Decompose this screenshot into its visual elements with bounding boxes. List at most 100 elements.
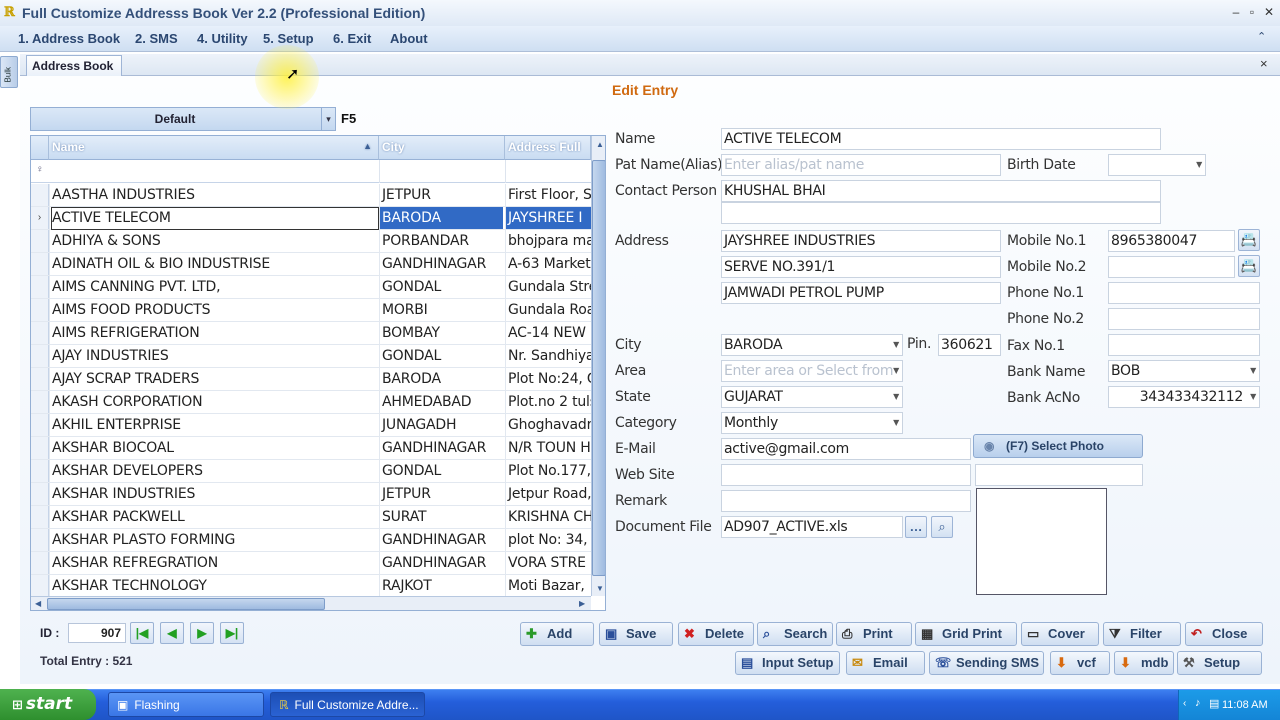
cell-name[interactable]: AKHIL ENTERPRISE <box>52 415 378 436</box>
cell-city[interactable]: JETPUR <box>379 184 503 206</box>
address-line2-field[interactable]: SERVE NO.391/1 <box>721 256 1001 278</box>
cell-name[interactable]: AKSHAR INDUSTRIES <box>52 484 378 505</box>
cell-city[interactable]: GANDHINAGAR <box>379 529 503 551</box>
scroll-right-icon[interactable]: ▶ <box>579 599 585 608</box>
cell-name[interactable]: ACTIVE TELECOM <box>51 207 379 230</box>
table-row[interactable]: AASTHA INDUSTRIES JETPUR First Floor, S <box>31 184 591 207</box>
cell-name[interactable]: AKSHAR PLASTO FORMING <box>52 530 378 551</box>
magnifier-icon[interactable]: ⌕ <box>931 516 953 538</box>
contact-book-icon[interactable]: 📇 <box>1238 229 1260 251</box>
row-indicator[interactable] <box>31 299 49 321</box>
name-field[interactable]: ACTIVE TELECOM <box>721 128 1161 150</box>
search-button[interactable]: ⌕ Search <box>757 622 833 646</box>
cell-address[interactable]: Gundala Roa <box>505 299 591 321</box>
table-row[interactable]: AJAY SCRAP TRADERS BARODA Plot No:24, G <box>31 368 591 391</box>
close-button[interactable]: ↶ Close <box>1185 622 1263 646</box>
select-photo-button[interactable]: ◉ (F7) Select Photo <box>973 434 1143 458</box>
cell-city[interactable]: GONDAL <box>379 276 503 298</box>
cell-city[interactable]: PORBANDAR <box>379 230 503 252</box>
grid-header-city[interactable]: City <box>379 136 505 160</box>
row-indicator[interactable] <box>31 414 49 436</box>
table-row[interactable]: AKSHAR BIOCOAL GANDHINAGAR N/R TOUN H <box>31 437 591 460</box>
table-row[interactable]: AKSHAR REFREGRATION GANDHINAGAR VORA STRE <box>31 552 591 575</box>
volume-icon[interactable]: ♪ <box>1195 697 1201 709</box>
table-row[interactable]: AKASH CORPORATION AHMEDABAD Plot.no 2 tuls <box>31 391 591 414</box>
table-row[interactable]: AKSHAR PLASTO FORMING GANDHINAGAR plot No:… <box>31 529 591 552</box>
cell-address[interactable]: N/R TOUN H <box>505 437 591 459</box>
row-indicator[interactable] <box>31 368 49 390</box>
browse-icon[interactable]: … <box>905 516 927 538</box>
table-row[interactable]: AIMS CANNING PVT. LTD, GONDAL Gundala Stre <box>31 276 591 299</box>
save-button[interactable]: ▣ Save <box>599 622 673 646</box>
area-select[interactable]: Enter area or Select from ▼ <box>721 360 903 382</box>
close-icon[interactable]: ✕ <box>1261 4 1277 20</box>
cell-city[interactable]: SURAT <box>379 506 503 528</box>
cell-address[interactable]: Plot.no 2 tuls <box>505 391 591 413</box>
row-indicator[interactable] <box>31 184 49 206</box>
cell-name[interactable]: AIMS REFRIGERATION <box>52 323 378 344</box>
email-field[interactable]: active@gmail.com <box>721 438 971 460</box>
cell-name[interactable]: AASTHA INDUSTRIES <box>52 185 378 206</box>
cell-name[interactable]: AJAY INDUSTRIES <box>52 346 378 367</box>
menu-exit[interactable]: 6. Exit <box>333 31 371 46</box>
cell-address[interactable]: A-63 Marketi <box>505 253 591 275</box>
cell-city[interactable]: GONDAL <box>379 345 503 367</box>
row-indicator[interactable] <box>31 437 49 459</box>
cell-name[interactable]: AKSHAR DEVELOPERS <box>52 461 378 482</box>
cell-city[interactable]: GANDHINAGAR <box>379 552 503 574</box>
minimize-icon[interactable]: – <box>1228 4 1244 20</box>
table-row[interactable]: ADINATH OIL & BIO INDUSTRISE GANDHINAGAR A… <box>31 253 591 276</box>
row-indicator[interactable] <box>31 460 49 482</box>
cell-city[interactable]: BOMBAY <box>379 322 503 344</box>
fax-field[interactable] <box>1108 334 1260 356</box>
table-row[interactable]: AKHIL ENTERPRISEJUNAGADHGhoghavadra <box>31 414 591 437</box>
city-select[interactable]: BARODA ▼ <box>721 334 903 356</box>
table-row[interactable]: AIMS FOOD PRODUCTS MORBI Gundala Roa <box>31 299 591 322</box>
mdb-button[interactable]: ⬇ mdb <box>1114 651 1174 675</box>
row-indicator[interactable] <box>31 575 49 597</box>
cell-city[interactable]: BARODA <box>379 368 503 390</box>
birth-date-picker[interactable]: ▼ <box>1108 154 1206 176</box>
chevron-down-icon[interactable]: ▼ <box>893 366 899 375</box>
cell-address[interactable]: bhojpara mai <box>505 230 591 252</box>
email-button[interactable]: ✉ Email <box>846 651 925 675</box>
chevron-down-icon[interactable]: ▼ <box>1196 160 1202 169</box>
row-indicator[interactable] <box>31 506 49 528</box>
cell-address[interactable]: AC-14 NEW <box>505 322 591 344</box>
tab-address-book[interactable]: Address Book <box>26 55 122 77</box>
menu-collapse-icon[interactable]: ⌃ <box>1257 30 1266 43</box>
contact-person-field[interactable]: KHUSHAL BHAI <box>721 180 1161 202</box>
mobile2-field[interactable] <box>1108 256 1235 278</box>
cell-name[interactable]: AJAY SCRAP TRADERS <box>52 369 378 390</box>
chevron-down-icon[interactable]: ▼ <box>1250 366 1256 375</box>
cell-name[interactable]: AKASH CORPORATION <box>52 392 378 413</box>
maximize-icon[interactable]: ▫ <box>1244 4 1260 20</box>
cell-name[interactable]: AKSHAR BIOCOAL <box>52 438 378 459</box>
chevron-down-icon[interactable]: ▼ <box>893 392 899 401</box>
website-field[interactable] <box>721 464 971 486</box>
row-indicator[interactable] <box>31 322 49 344</box>
vcf-button[interactable]: ⬇ vcf <box>1050 651 1110 675</box>
cell-address[interactable]: KRISHNA CH <box>505 506 591 528</box>
cell-address[interactable]: Gundala Stre <box>505 276 591 298</box>
category-select[interactable]: Monthly ▼ <box>721 412 903 434</box>
cell-address[interactable]: VORA STRE <box>505 552 591 574</box>
cell-name[interactable]: AKSHAR PACKWELL <box>52 507 378 528</box>
document-file-field[interactable]: AD907_ACTIVE.xls <box>721 516 903 538</box>
table-row[interactable]: AKSHAR TECHNOLOGY RAJKOT Moti Bazar, <box>31 575 591 598</box>
cell-address[interactable]: First Floor, S <box>505 184 591 206</box>
row-indicator[interactable] <box>31 345 49 367</box>
chevron-down-icon[interactable]: ▼ <box>1250 392 1256 401</box>
chevron-down-icon[interactable]: ▼ <box>893 418 899 427</box>
cell-address[interactable]: Plot No:24, G <box>505 368 591 390</box>
phone1-field[interactable] <box>1108 282 1260 304</box>
taskbar-item-flashing[interactable]: ▣ Flashing <box>108 692 264 717</box>
chevron-down-icon[interactable]: ▼ <box>893 340 899 349</box>
group-select[interactable]: Default ▾ <box>30 107 336 131</box>
cell-name[interactable]: AKSHAR TECHNOLOGY <box>52 576 378 597</box>
cell-name[interactable]: ADHIYA & SONS <box>52 231 378 252</box>
cell-name[interactable]: AKSHAR REFREGRATION <box>52 553 378 574</box>
id-field[interactable]: 907 <box>68 623 126 643</box>
cell-address[interactable]: Moti Bazar, <box>505 575 591 597</box>
state-select[interactable]: GUJARAT ▼ <box>721 386 903 408</box>
